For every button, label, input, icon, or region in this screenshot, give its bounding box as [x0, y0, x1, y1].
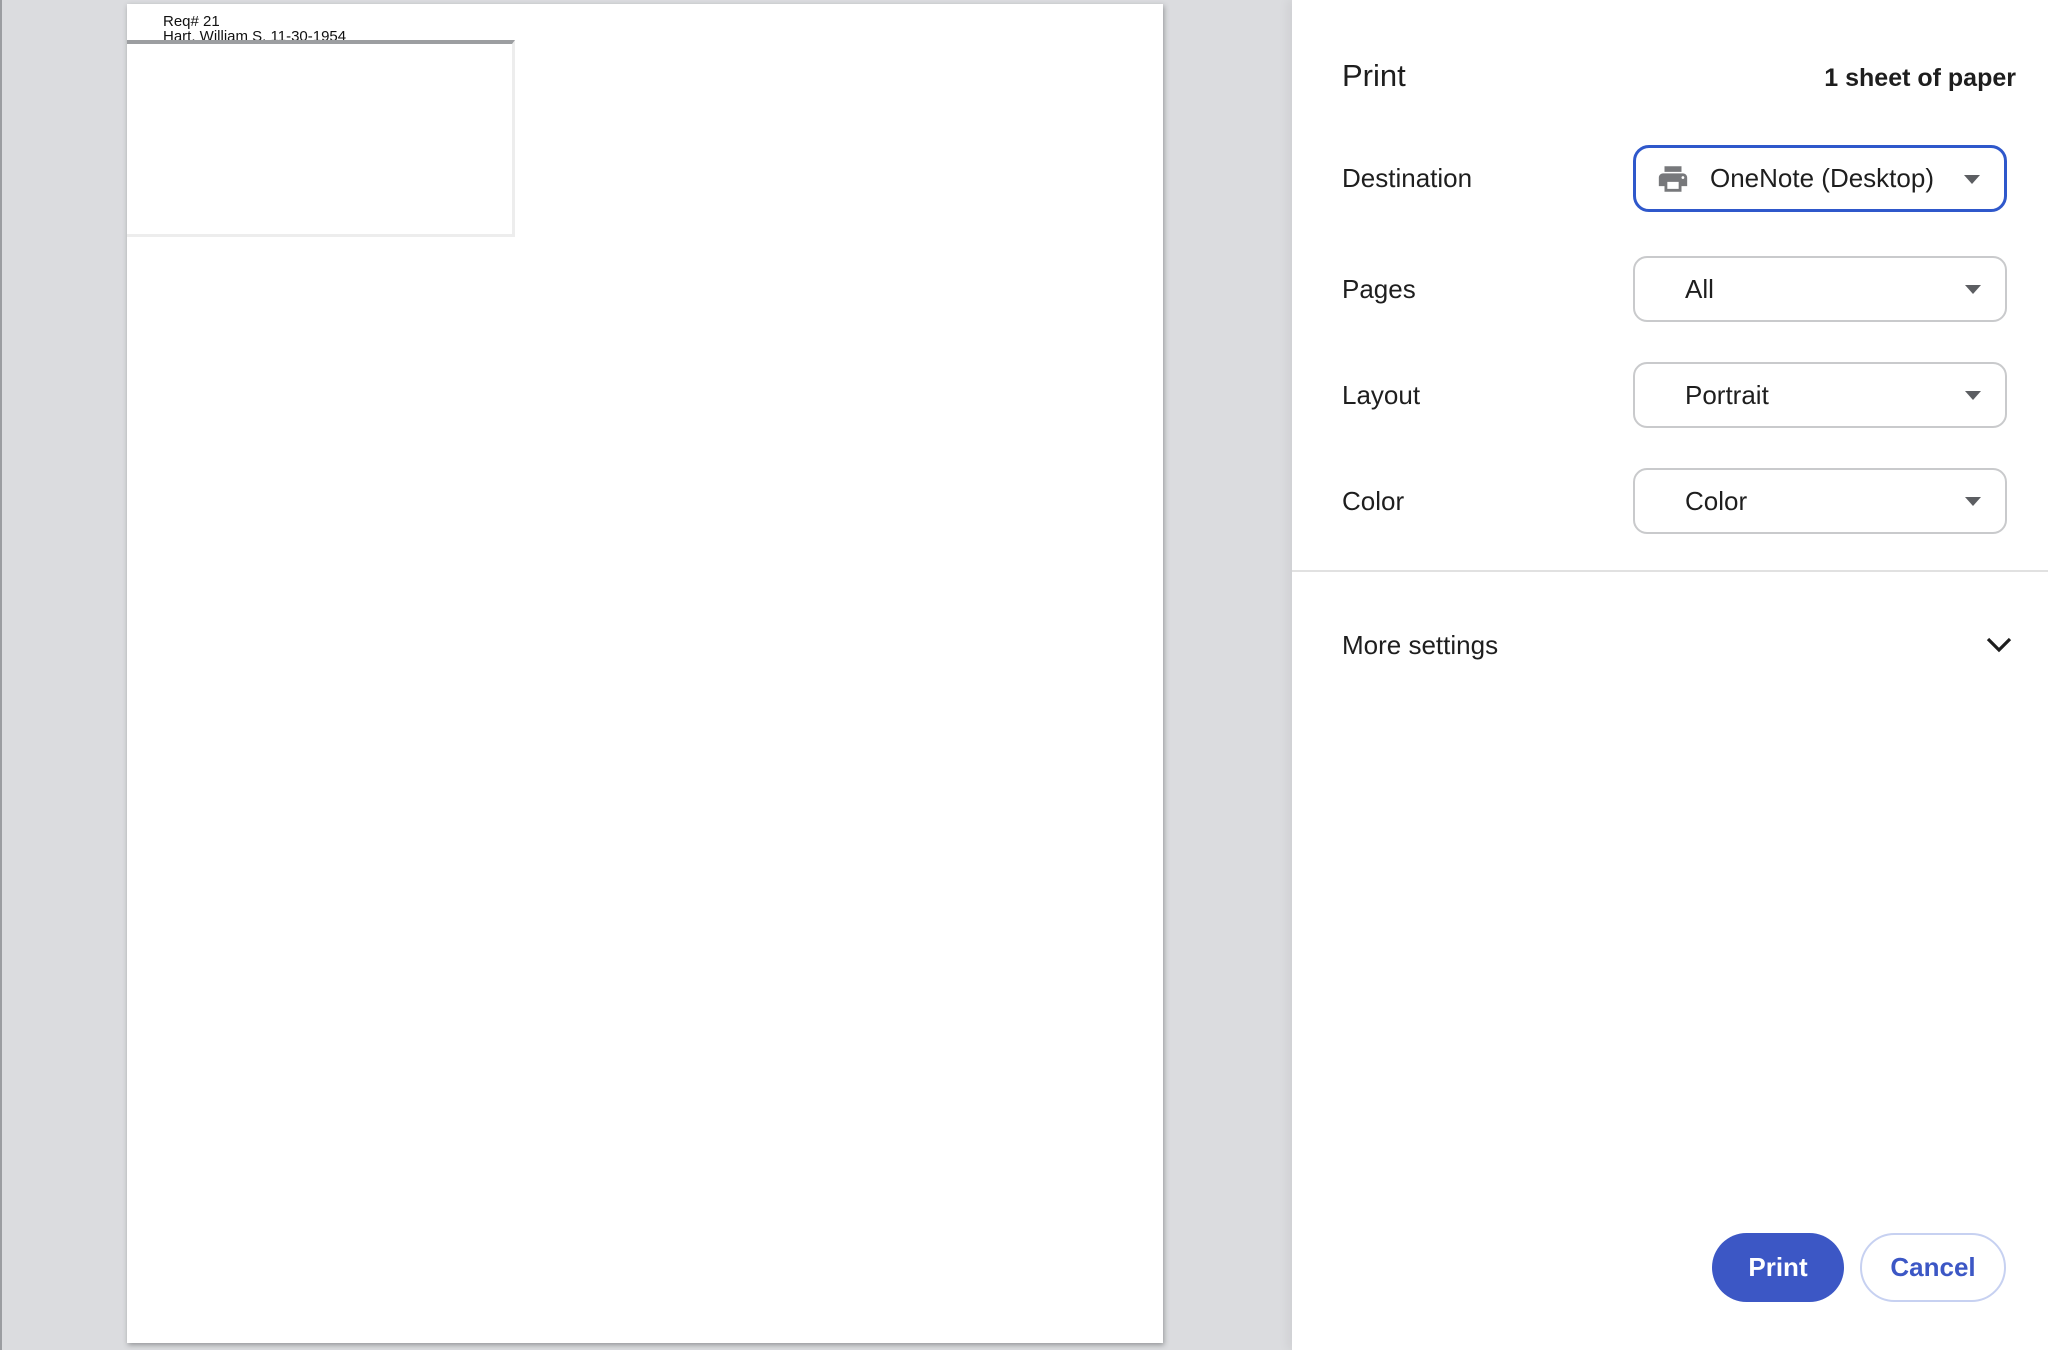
more-settings-label: More settings — [1342, 612, 1498, 678]
cancel-button[interactable]: Cancel — [1860, 1233, 2006, 1302]
dialog-title: Print — [1342, 56, 1406, 96]
sheet-count-label: 1 sheet of paper — [1824, 63, 2016, 93]
document-content-box — [127, 40, 515, 237]
color-label: Color — [1342, 485, 1404, 517]
pages-value: All — [1685, 274, 1714, 305]
layout-select[interactable]: Portrait — [1633, 362, 2007, 428]
caret-down-icon — [1965, 285, 1981, 294]
color-value: Color — [1685, 486, 1747, 517]
printer-icon — [1656, 162, 1690, 196]
print-dialog: Req# 21 Hart, William S. 11-30-1954 Prin… — [0, 0, 2048, 1350]
layout-label: Layout — [1342, 379, 1420, 411]
more-settings-button[interactable]: More settings — [1292, 612, 2048, 678]
print-preview-page: Req# 21 Hart, William S. 11-30-1954 — [127, 4, 1163, 1343]
pages-select[interactable]: All — [1633, 256, 2007, 322]
print-button[interactable]: Print — [1712, 1233, 1844, 1302]
layout-value: Portrait — [1685, 380, 1769, 411]
caret-down-icon — [1964, 175, 1980, 184]
section-divider — [1292, 570, 2048, 572]
chevron-down-icon — [1986, 637, 2012, 653]
caret-down-icon — [1965, 391, 1981, 400]
pages-label: Pages — [1342, 273, 1416, 305]
caret-down-icon — [1965, 497, 1981, 506]
destination-value: OneNote (Desktop) — [1710, 163, 1934, 194]
destination-label: Destination — [1342, 162, 1472, 194]
destination-select[interactable]: OneNote (Desktop) — [1633, 145, 2007, 212]
print-preview-pane[interactable]: Req# 21 Hart, William S. 11-30-1954 — [0, 0, 1292, 1350]
preview-pane-left-edge — [0, 0, 2, 1350]
color-select[interactable]: Color — [1633, 468, 2007, 534]
print-settings-panel: Print 1 sheet of paper Destination OneNo… — [1292, 0, 2048, 1350]
document-header-line1: Req# 21 — [163, 14, 346, 29]
